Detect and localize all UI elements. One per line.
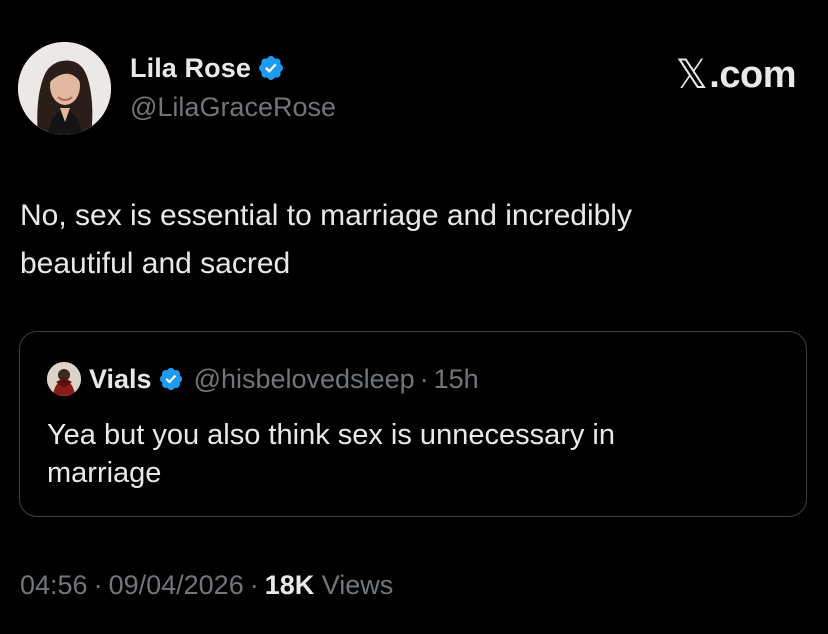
quoted-tweet-header: Vials @hisbelovedsleep · 15h: [47, 362, 479, 396]
separator-dot: ·: [419, 363, 429, 394]
tweet-text: No, sex is essential to marriage and inc…: [20, 192, 800, 288]
quoted-author-avatar[interactable]: [47, 362, 81, 396]
author-name-row: Lila Rose: [130, 52, 285, 84]
brand-label: 𝕏 .com: [675, 52, 797, 98]
quoted-text-line: marriage: [47, 457, 162, 489]
verified-badge-icon: [257, 54, 285, 82]
quoted-tweet-time[interactable]: 15h: [434, 364, 479, 395]
author-name[interactable]: Lila Rose: [130, 53, 251, 84]
tweet-date[interactable]: 09/04/2026: [109, 570, 244, 600]
verified-badge-icon: [158, 366, 184, 392]
x-logo-icon: 𝕏: [675, 52, 708, 98]
author-avatar[interactable]: [18, 42, 111, 135]
quoted-text-line: Yea but you also think sex is unnecessar…: [47, 419, 615, 451]
avatar-photo: [18, 42, 111, 135]
tweet-card: Lila Rose @LilaGraceRose 𝕏 .com No, sex …: [0, 0, 828, 634]
brand-domain: .com: [709, 53, 796, 96]
separator-dot: ·: [249, 570, 259, 600]
quoted-avatar-image: [47, 362, 81, 396]
views-label: Views: [321, 570, 394, 600]
quoted-tweet[interactable]: Vials @hisbelovedsleep · 15h Yea but you…: [19, 331, 807, 517]
author-handle[interactable]: @LilaGraceRose: [130, 92, 336, 123]
tweet-meta: 04:56 · 09/04/2026 · 18K Views: [20, 570, 393, 601]
quoted-tweet-text: Yea but you also think sex is unnecessar…: [47, 416, 787, 492]
tweet-text-line: No, sex is essential to marriage and inc…: [20, 199, 632, 232]
tweet-text-line: beautiful and sacred: [20, 247, 291, 280]
views-count[interactable]: 18K: [265, 570, 315, 600]
quoted-author-handle[interactable]: @hisbelovedsleep: [194, 364, 415, 395]
separator-dot: ·: [93, 570, 103, 600]
quoted-author-name[interactable]: Vials: [89, 364, 152, 395]
tweet-time[interactable]: 04:56: [20, 570, 88, 600]
